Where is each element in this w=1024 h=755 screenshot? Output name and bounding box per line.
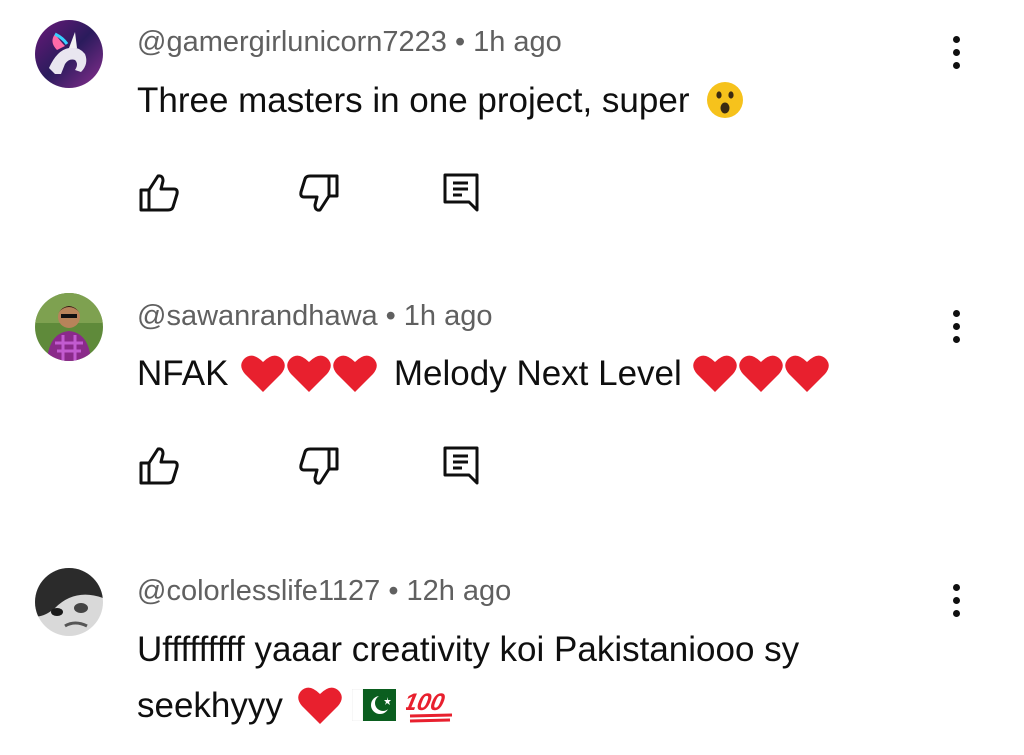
avatar[interactable] — [35, 20, 103, 88]
pakistan-flag-emoji — [352, 688, 397, 721]
comment-author[interactable]: @colorlesslife1127 — [137, 575, 380, 607]
comment-text: Three masters in one project, super — [137, 73, 957, 129]
red-heart-emoji — [738, 355, 783, 392]
reply-comment-icon[interactable] — [438, 443, 484, 489]
comment-meta: @colorlesslife1127 • 12h ago — [137, 575, 511, 608]
red-heart-emoji — [692, 355, 737, 392]
meta-separator: • — [385, 300, 396, 332]
comment-text-line-2-word: seekhyyy — [137, 686, 283, 725]
red-heart-emoji — [333, 355, 377, 392]
meta-separator: • — [454, 26, 466, 58]
meta-separator: • — [388, 575, 399, 607]
comment-time[interactable]: 1h ago — [404, 300, 493, 332]
red-heart-emoji — [784, 355, 829, 392]
comment-author[interactable]: @gamergirlunicorn7223 — [137, 26, 447, 58]
red-heart-emoji — [297, 687, 342, 724]
more-vert-icon[interactable] — [940, 304, 972, 348]
more-vert-icon[interactable] — [940, 578, 972, 622]
comment-meta: @gamergirlunicorn7223 • 1h ago — [137, 26, 562, 59]
comment-time[interactable]: 1h ago — [473, 26, 562, 58]
comment-text-content: Three masters in one project, super — [137, 81, 690, 120]
astonished-face-emoji — [707, 81, 744, 118]
comment-text: NFAK Melody Next Level — [137, 346, 957, 402]
comment-text-part-2: Melody Next Level — [393, 354, 682, 393]
reply-comment-icon[interactable] — [438, 170, 484, 216]
avatar[interactable] — [35, 568, 103, 636]
hundred-points-emoji: 100 — [406, 689, 453, 723]
red-heart-emoji — [287, 355, 331, 392]
more-vert-icon[interactable] — [940, 30, 972, 74]
thumb-down-icon[interactable] — [296, 443, 342, 489]
comment-text: Ufffffffff yaaar creativity koi Pakistan… — [137, 622, 957, 734]
hundred-points-text: 100 — [406, 689, 447, 716]
comment-text-part-1: NFAK — [137, 354, 229, 393]
comment-text-line-1: Ufffffffff yaaar creativity koi Pakistan… — [137, 630, 800, 669]
red-heart-emoji — [241, 355, 285, 392]
comment-time[interactable]: 12h ago — [406, 575, 511, 607]
avatar[interactable] — [35, 293, 103, 361]
thumb-up-icon[interactable] — [136, 170, 182, 216]
comment-author[interactable]: @sawanrandhawa — [137, 300, 378, 332]
thumb-up-icon[interactable] — [136, 443, 182, 489]
thumb-down-icon[interactable] — [296, 170, 342, 216]
comment-text-line-2: seekhyyy 100 — [137, 678, 957, 734]
hearts-group-1 — [240, 354, 388, 393]
hearts-group-2 — [692, 354, 830, 393]
comment-meta: @sawanrandhawa • 1h ago — [137, 300, 493, 333]
